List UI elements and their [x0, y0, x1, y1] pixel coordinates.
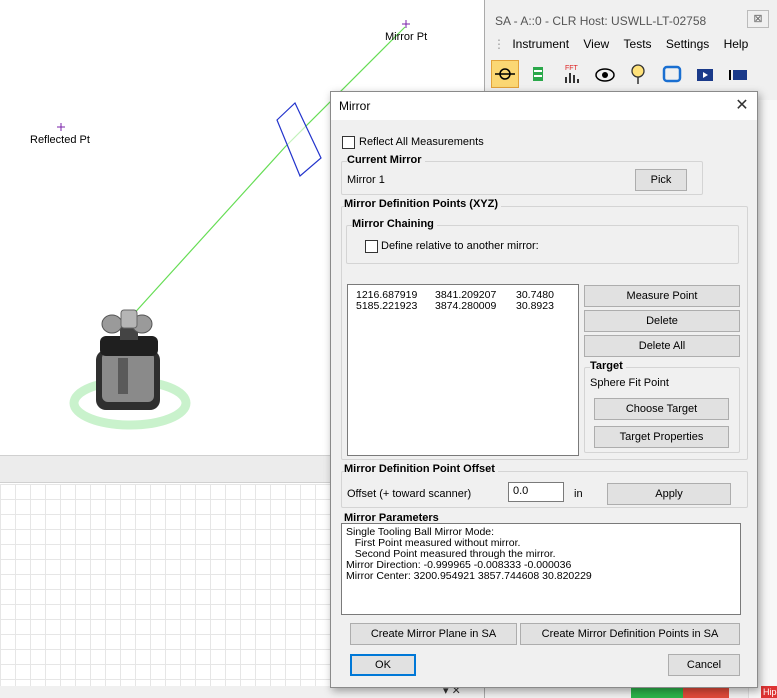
probe-icon[interactable]: [624, 60, 652, 88]
chaining-title: Mirror Chaining: [352, 218, 437, 230]
mirror-plane: [276, 101, 322, 177]
close-icon[interactable]: ✕: [729, 95, 755, 117]
params-textbox[interactable]: Single Tooling Ball Mirror Mode: First P…: [341, 523, 741, 615]
offset-input[interactable]: 0.0: [508, 482, 564, 502]
panel-icon[interactable]: [724, 60, 752, 88]
params-line: Mirror Center: 3200.954921 3857.744608 3…: [346, 570, 592, 582]
delete-button[interactable]: Delete: [584, 310, 740, 332]
sa-close-button[interactable]: ⊠: [747, 10, 769, 28]
mirror-dialog: Mirror ✕ Reflect All Measurements Curren…: [330, 91, 758, 688]
current-mirror-value: Mirror 1: [347, 174, 385, 186]
choose-target-button[interactable]: Choose Target: [594, 398, 729, 420]
mirror-pt-label: Mirror Pt: [385, 31, 428, 43]
define-relative-label: Define relative to another mirror:: [381, 240, 539, 252]
definition-points-title: Mirror Definition Points (XYZ): [344, 198, 501, 210]
offset-title: Mirror Definition Point Offset: [344, 463, 498, 475]
offset-label: Offset (+ toward scanner): [347, 488, 472, 500]
current-mirror-title: Current Mirror: [347, 154, 425, 166]
pick-button[interactable]: Pick: [635, 169, 687, 191]
fft-label: FFT: [565, 65, 579, 72]
instrument-icon[interactable]: [524, 60, 552, 88]
define-relative-checkbox[interactable]: [365, 240, 378, 253]
laser-tracker: [96, 309, 160, 410]
create-mirror-plane-button[interactable]: Create Mirror Plane in SA: [350, 623, 517, 645]
definition-points-list[interactable]: 1216.687919 3841.209207 30.7480 5185.221…: [347, 284, 579, 456]
status-chip-hip: Hip-T: [761, 686, 777, 698]
reflected-pt-label: Reflected Pt: [30, 134, 90, 146]
target-properties-button[interactable]: Target Properties: [594, 426, 729, 448]
menu-settings[interactable]: Settings: [666, 37, 709, 51]
menu-help[interactable]: Help: [724, 37, 749, 51]
sa-menubar: ⋮ Instrument View Tests Settings Help: [493, 37, 759, 57]
sa-window-title: SA - A::0 - CLR Host: USWLL-LT-02758: [495, 14, 707, 28]
offset-unit: in: [574, 488, 583, 500]
video-icon[interactable]: [691, 60, 719, 88]
dialog-title: Mirror: [339, 99, 371, 113]
menu-tests[interactable]: Tests: [624, 37, 652, 51]
list-item[interactable]: 5185.221923 3874.280009 30.8923: [356, 300, 576, 313]
cancel-button[interactable]: Cancel: [668, 654, 740, 676]
menubar-grip-icon: ⋮: [493, 37, 505, 51]
delete-all-button[interactable]: Delete All: [584, 335, 740, 357]
fft-icon[interactable]: FFT: [558, 60, 586, 88]
reflect-all-label: Reflect All Measurements: [359, 136, 484, 148]
target-title: Target: [590, 360, 626, 372]
reflect-all-checkbox[interactable]: [342, 136, 355, 149]
target-crosshair-icon[interactable]: [491, 60, 519, 88]
menu-view[interactable]: View: [583, 37, 609, 51]
create-definition-points-button[interactable]: Create Mirror Definition Points in SA: [520, 623, 740, 645]
refresh-icon[interactable]: [658, 60, 686, 88]
apply-button[interactable]: Apply: [607, 483, 731, 505]
ok-button[interactable]: OK: [350, 654, 416, 676]
menu-instrument[interactable]: Instrument: [512, 37, 569, 51]
target-value: Sphere Fit Point: [590, 377, 669, 389]
sa-toolbar: FFT: [491, 60, 754, 90]
eye-icon[interactable]: [591, 60, 619, 88]
measure-point-button[interactable]: Measure Point: [584, 285, 740, 307]
reflected-pt-marker: [57, 123, 65, 131]
dialog-titlebar[interactable]: Mirror ✕: [331, 92, 757, 120]
mirror-pt-marker: [402, 20, 410, 28]
